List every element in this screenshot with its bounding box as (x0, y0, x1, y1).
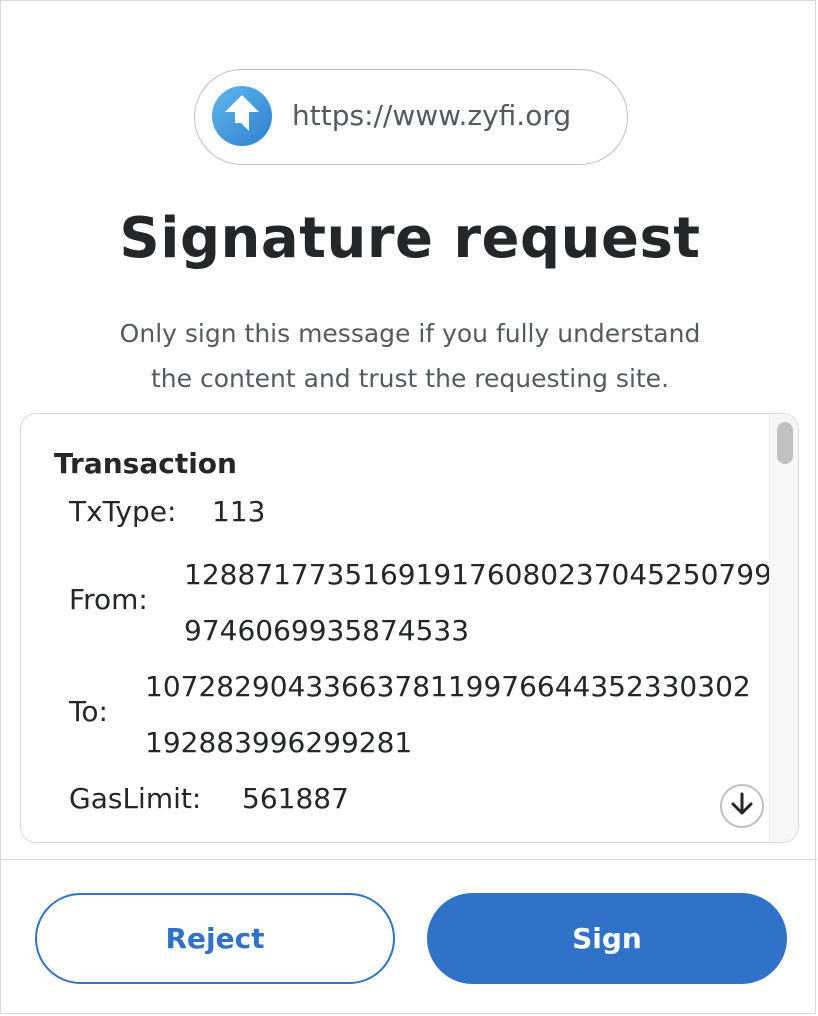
field-value-to: 107282904336637811997664435233030​2 1928… (145, 659, 751, 771)
arrow-down-icon (729, 791, 755, 821)
scrollbar-thumb[interactable] (777, 422, 793, 464)
sign-button[interactable]: Sign (427, 893, 787, 984)
field-value-gaslimit: 561887 (242, 782, 349, 815)
field-value-to-line-2: 192883996299281 (145, 726, 413, 759)
message-content-box[interactable]: Transaction TxType: 113 From: 1288717735… (20, 413, 799, 843)
field-value-to-line-1: 107282904336637811997664435233030​2 (145, 670, 751, 703)
field-label-txtype: TxType: (69, 495, 177, 528)
reject-button[interactable]: Reject (35, 893, 395, 984)
page-title: Signature request (119, 206, 701, 271)
warning-text: Only sign this message if you fully unde… (101, 311, 719, 401)
origin-url: https://www.zyfi.org (292, 99, 572, 132)
warning-text-line-1: Only sign this message if you fully unde… (119, 319, 701, 348)
warning-text-line-2: the content and trust the requesting sit… (150, 364, 670, 393)
arrow-up-logo-icon (212, 86, 272, 146)
signature-request-window: https://www.zyfi.org Signature request O… (0, 0, 817, 1014)
field-label-to: To: (69, 695, 108, 728)
field-value-from: 12887177351691917608023704525079​9 97460… (184, 547, 772, 659)
scrollbar[interactable] (769, 414, 798, 842)
field-label-gaslimit: GasLimit: (69, 782, 202, 815)
field-label-from: From: (69, 583, 148, 616)
section-heading: Transaction (54, 447, 237, 480)
field-value-from-line-2: 9746069935874533 (184, 614, 470, 647)
origin-pill: https://www.zyfi.org (194, 69, 628, 165)
field-value-txtype: 113 (212, 495, 266, 528)
scroll-down-button[interactable] (720, 784, 764, 828)
field-value-from-line-1: 12887177351691917608023704525079​9 (184, 558, 772, 591)
footer-divider (1, 859, 817, 860)
